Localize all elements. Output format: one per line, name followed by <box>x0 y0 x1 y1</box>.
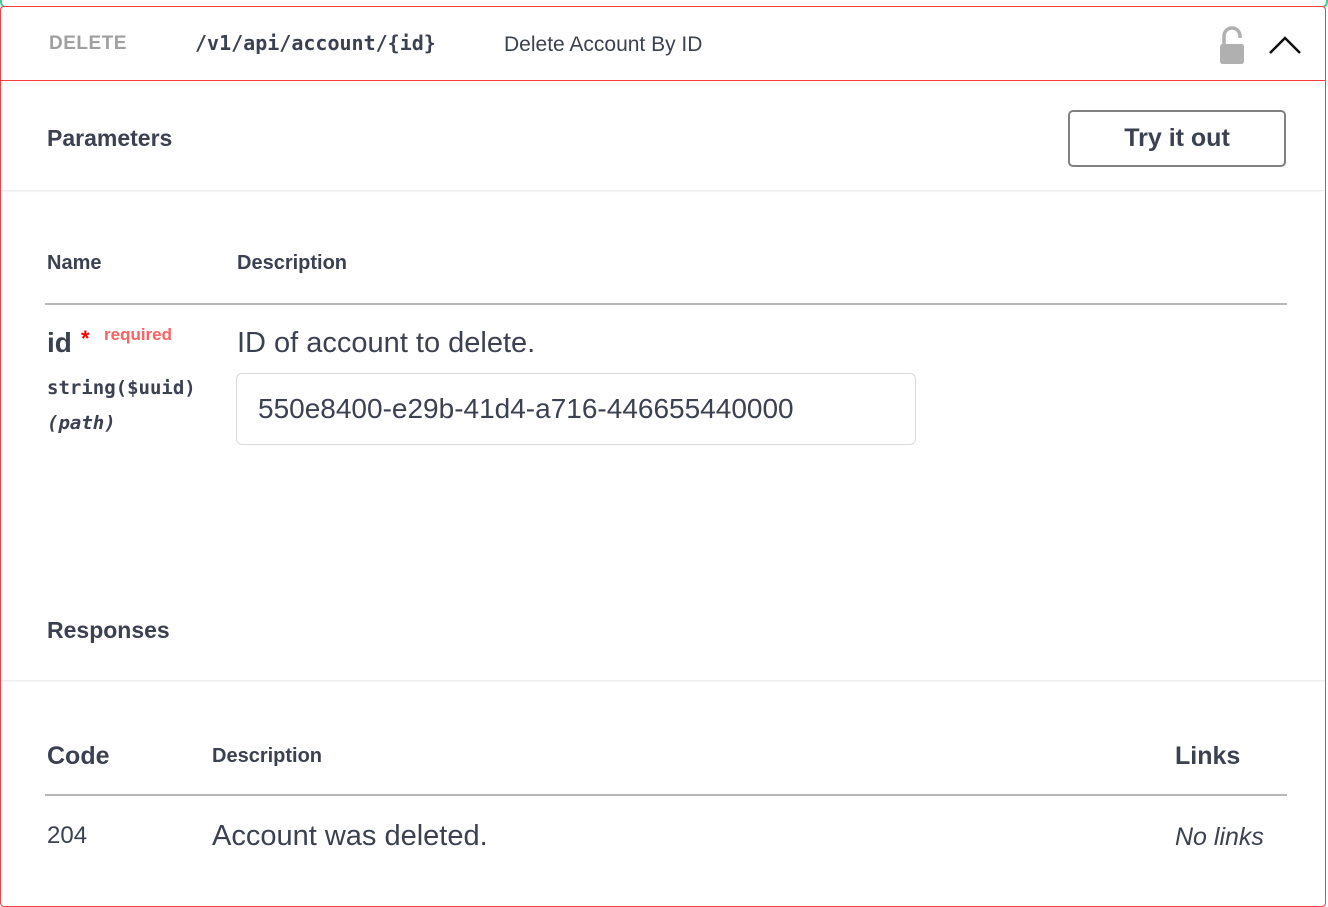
delete-operation-block: DELETE /v1/api/account/{id} Delete Accou… <box>0 6 1326 907</box>
try-it-out-button[interactable]: Try it out <box>1068 110 1286 167</box>
operation-summary[interactable]: DELETE /v1/api/account/{id} Delete Accou… <box>1 7 1325 81</box>
param-location: (path) <box>47 412 116 434</box>
operation-summary-text: Delete Account By ID <box>504 33 703 56</box>
param-description: ID of account to delete. <box>237 327 536 359</box>
responses-title: Responses <box>47 617 170 643</box>
resp-header-divider <box>45 794 1287 796</box>
required-label: required <box>104 325 173 344</box>
response-links: No links <box>1175 823 1264 851</box>
param-header-divider <box>45 303 1287 305</box>
chevron-up-icon[interactable] <box>1267 33 1303 57</box>
response-code: 204 <box>47 822 88 849</box>
http-method: DELETE <box>49 33 127 54</box>
param-col-description: Description <box>237 252 348 274</box>
lock-open-icon[interactable] <box>1215 25 1249 65</box>
param-col-name: Name <box>47 252 102 274</box>
resp-col-code: Code <box>47 742 110 770</box>
resp-col-description: Description <box>212 745 323 767</box>
parameters-header: Parameters Try it out <box>1 83 1325 190</box>
response-description: Account was deleted. <box>212 820 488 852</box>
required-star: * <box>81 326 90 351</box>
endpoint-path: /v1/api/account/{id} <box>195 31 436 55</box>
responses-header: Responses <box>1 573 1325 680</box>
parameters-title: Parameters <box>47 125 173 151</box>
param-type: string($uuid) <box>47 377 196 399</box>
resp-col-links: Links <box>1175 742 1241 770</box>
param-name: id <box>47 327 72 358</box>
id-input[interactable] <box>236 373 916 445</box>
